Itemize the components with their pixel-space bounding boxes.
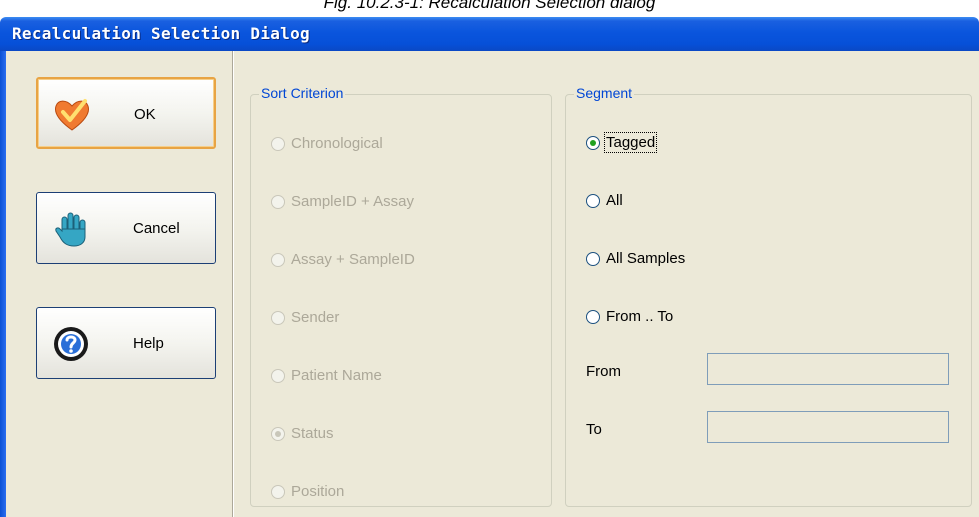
radio-circle: [271, 369, 285, 383]
radio-label: Chronological: [291, 135, 383, 152]
radio-label: Tagged: [603, 132, 658, 153]
title-bar[interactable]: Recalculation Selection Dialog: [0, 17, 979, 51]
radio-circle: [271, 253, 285, 267]
recalculation-dialog: Recalculation Selection Dialog OK Cancel…: [0, 17, 979, 517]
radio-circle: [271, 311, 285, 325]
radio-circle: [586, 252, 600, 266]
from-field[interactable]: [707, 353, 949, 385]
radio-label: All: [606, 192, 623, 209]
heart-check-icon: [52, 95, 92, 135]
figure-caption: Fig. 10.2.3-1: Recalculation Selection d…: [323, 0, 656, 12]
radio-circle: [586, 194, 600, 208]
from-label: From: [586, 363, 621, 380]
radio-circle: [271, 485, 285, 499]
radio-label: All Samples: [606, 250, 686, 267]
ok-button[interactable]: OK: [36, 77, 216, 149]
help-button[interactable]: Help: [36, 307, 216, 379]
radio-label: From .. To: [606, 308, 674, 325]
cancel-button[interactable]: Cancel: [36, 192, 216, 264]
sort-criterion-legend: Sort Criterion: [259, 85, 346, 101]
radio-label: SampleID + Assay: [291, 193, 414, 210]
help-button-label: Help: [133, 335, 164, 352]
segment-group: Segment Tagged All All Samples From .. T…: [565, 85, 972, 507]
help-question-icon: [51, 324, 91, 364]
radio-circle: [271, 427, 285, 441]
sort-criterion-group: Sort Criterion Chronological SampleID + …: [250, 85, 552, 507]
hand-stop-icon: [51, 209, 91, 249]
radio-circle: [586, 136, 600, 150]
window-title: Recalculation Selection Dialog: [12, 24, 310, 43]
vertical-separator: [232, 51, 233, 517]
radio-circle: [586, 310, 600, 324]
radio-circle: [271, 195, 285, 209]
segment-legend: Segment: [574, 85, 635, 101]
dialog-client-area: OK Cancel Help Sort Criterion Chronologi…: [6, 51, 979, 517]
radio-circle: [271, 137, 285, 151]
radio-label: Sender: [291, 309, 340, 326]
radio-label: Status: [291, 425, 334, 442]
cancel-button-label: Cancel: [133, 220, 180, 237]
to-label: To: [586, 421, 602, 438]
to-field[interactable]: [707, 411, 949, 443]
radio-label: Assay + SampleID: [291, 251, 415, 268]
radio-label: Position: [291, 483, 345, 500]
ok-button-label: OK: [134, 106, 156, 123]
radio-label: Patient Name: [291, 367, 382, 384]
